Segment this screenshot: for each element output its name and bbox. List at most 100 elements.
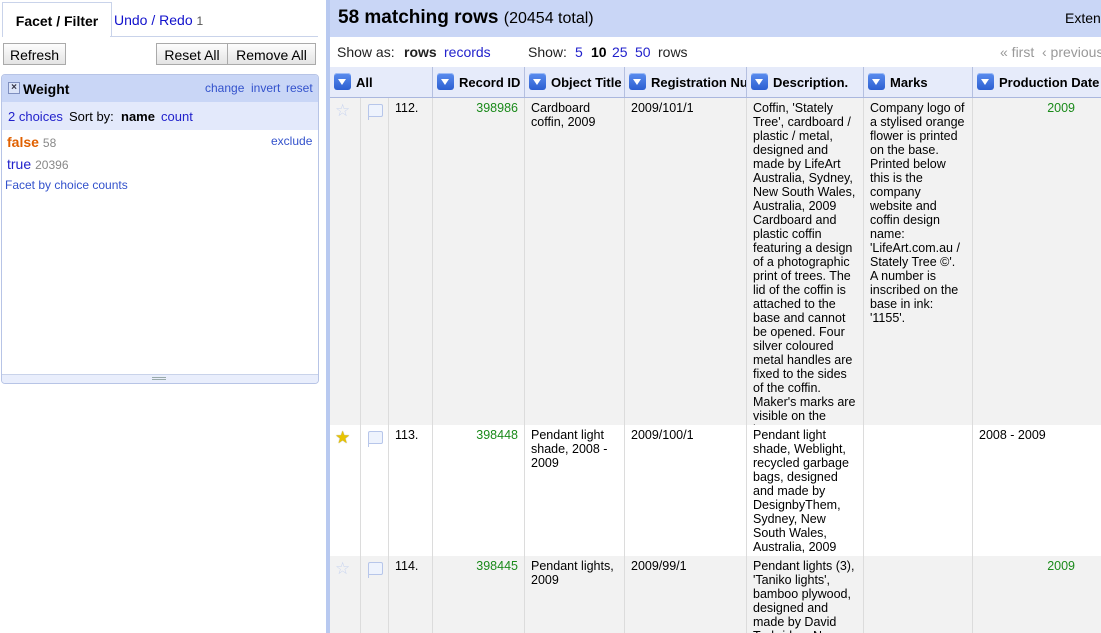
column-header-record-id[interactable]: Record ID — [432, 67, 524, 97]
page-size-25[interactable]: 25 — [612, 44, 628, 60]
flag-cell — [360, 98, 388, 425]
facet-controls: 2 choices Sort by: name count — [2, 102, 318, 130]
row-index: 114. — [388, 556, 432, 633]
view-mode-rows[interactable]: rows — [404, 44, 437, 60]
column-header-label: Marks — [890, 75, 928, 90]
column-header-label: All — [356, 75, 373, 90]
row-index: 113. — [388, 425, 432, 556]
page-title: 58 matching rows (20454 total) — [338, 7, 594, 29]
choice-label: true — [7, 156, 32, 172]
star-icon[interactable]: ☆ — [335, 560, 350, 577]
right-panel: 58 matching rows (20454 total) Extension… — [330, 0, 1101, 633]
cell-registration-number: 2009/101/1 — [624, 98, 746, 425]
cell-description: Coffin, 'Stately Tree', cardboard / plas… — [746, 98, 863, 437]
flag-icon[interactable] — [368, 431, 383, 447]
cell-object-title: Cardboard coffin, 2009 — [524, 98, 624, 425]
star-cell: ☆ — [330, 556, 360, 633]
chevron-down-icon[interactable] — [437, 73, 454, 90]
total-rows-count: (20454 total) — [503, 10, 594, 27]
previous-page-link[interactable]: ‹ previous — [1042, 44, 1101, 60]
chevron-down-icon[interactable] — [629, 73, 646, 90]
choice-count: 20396 — [35, 158, 69, 172]
column-header-label: Registration Number — [651, 75, 746, 90]
view-mode-records[interactable]: records — [444, 44, 491, 60]
cell-object-title: Pendant light shade, 2008 - 2009 — [524, 425, 624, 556]
left-tabs: Facet / Filter Undo / Redo 1 — [0, 0, 326, 38]
cell-marks: Company logo of a stylised orange flower… — [863, 98, 972, 425]
table-row: ☆ 114. 398445 Pendant lights, 2009 2009/… — [330, 556, 1101, 633]
column-header-production-date[interactable]: Production Date — [972, 67, 1101, 97]
facet-invert-link[interactable]: invert — [251, 81, 280, 95]
table-header: All Record ID Object Title Registration … — [330, 67, 1101, 98]
reset-all-button[interactable]: Reset All — [156, 43, 228, 65]
cell-production-date: 2008 - 2009 — [972, 425, 1101, 556]
refresh-button[interactable]: Refresh — [3, 43, 66, 65]
sort-by-name[interactable]: name — [121, 109, 155, 124]
first-page-link[interactable]: « first — [1000, 44, 1034, 60]
table-row: ☆ 112. 398986 Cardboard coffin, 2009 200… — [330, 98, 1101, 437]
facet-choice-true[interactable]: true 20396 — [7, 156, 69, 172]
facet-title: Weight — [23, 81, 70, 97]
column-header-marks[interactable]: Marks — [863, 67, 972, 97]
chevron-down-icon[interactable] — [751, 73, 768, 90]
column-header-label: Production Date — [999, 75, 1100, 90]
chevron-down-icon[interactable] — [868, 73, 885, 90]
undo-count-badge: 1 — [196, 14, 204, 28]
remove-all-button[interactable]: Remove All — [227, 43, 316, 65]
star-cell: ☆ — [330, 98, 360, 425]
extensions-menu[interactable]: Extensions: — [1065, 10, 1101, 26]
tab-undo-redo[interactable]: Undo / Redo 1 — [114, 2, 224, 36]
column-header-label: Record ID — [459, 75, 521, 90]
column-header-all[interactable]: All — [330, 67, 432, 97]
facet-choices-count-link[interactable]: 2 choices — [8, 109, 63, 124]
flag-icon[interactable] — [368, 562, 383, 578]
facet-change-link[interactable]: change — [205, 81, 244, 95]
facet-resize-handle[interactable] — [2, 374, 318, 383]
chevron-down-icon[interactable] — [529, 73, 546, 90]
cell-description: Pendant light shade, Weblight, recycled … — [746, 425, 863, 556]
flag-icon[interactable] — [368, 104, 383, 120]
cell-record-id[interactable]: 398986 — [432, 98, 524, 425]
star-icon[interactable]: ☆ — [335, 102, 350, 119]
star-icon[interactable]: ★ — [335, 429, 350, 446]
show-as-label: Show as: — [337, 44, 395, 60]
table-row: ★ 113. 398448 Pendant light shade, 2008 … — [330, 425, 1101, 557]
matching-rows-count: 58 matching rows — [338, 7, 499, 28]
cell-record-id[interactable]: 398448 — [432, 425, 524, 556]
chevron-down-icon[interactable] — [334, 73, 351, 90]
cell-registration-number: 2009/99/1 — [624, 556, 746, 633]
cell-marks — [863, 556, 972, 633]
page-size-10[interactable]: 10 — [591, 44, 607, 60]
tab-undo-label: Undo / Redo — [114, 12, 193, 28]
facet-reset-link[interactable]: reset — [286, 81, 313, 95]
tab-divider — [110, 36, 318, 37]
left-panel: Facet / Filter Undo / Redo 1 Refresh Res… — [0, 0, 326, 633]
close-icon[interactable]: × — [8, 82, 20, 94]
exclude-link[interactable]: exclude — [271, 134, 312, 148]
cell-object-title: Pendant lights, 2009 — [524, 556, 624, 633]
column-header-description[interactable]: Description. — [746, 67, 863, 97]
rows-label: rows — [658, 44, 688, 60]
data-table: All Record ID Object Title Registration … — [330, 67, 1101, 633]
column-header-registration-number[interactable]: Registration Number — [624, 67, 746, 97]
facet-by-choice-counts-link[interactable]: Facet by choice counts — [5, 178, 128, 192]
cell-registration-number: 2009/100/1 — [624, 425, 746, 556]
sort-by-count[interactable]: count — [161, 109, 193, 124]
cell-marks — [863, 425, 972, 556]
tab-facet-filter[interactable]: Facet / Filter — [2, 2, 112, 37]
choice-label: false — [7, 134, 39, 150]
results-header: 58 matching rows (20454 total) Extension… — [330, 0, 1101, 37]
flag-cell — [360, 425, 388, 556]
page-size-50[interactable]: 50 — [635, 44, 651, 60]
flag-cell — [360, 556, 388, 633]
column-header-label: Object Title — [551, 75, 622, 90]
facet-header: × Weight change invert reset — [2, 75, 318, 102]
facet-choice-false[interactable]: false 58 — [7, 134, 56, 150]
cell-production-date: 2009 — [972, 98, 1101, 425]
show-label: Show: — [528, 44, 567, 60]
star-cell: ★ — [330, 425, 360, 556]
page-size-5[interactable]: 5 — [575, 44, 583, 60]
chevron-down-icon[interactable] — [977, 73, 994, 90]
cell-record-id[interactable]: 398445 — [432, 556, 524, 633]
column-header-object-title[interactable]: Object Title — [524, 67, 624, 97]
